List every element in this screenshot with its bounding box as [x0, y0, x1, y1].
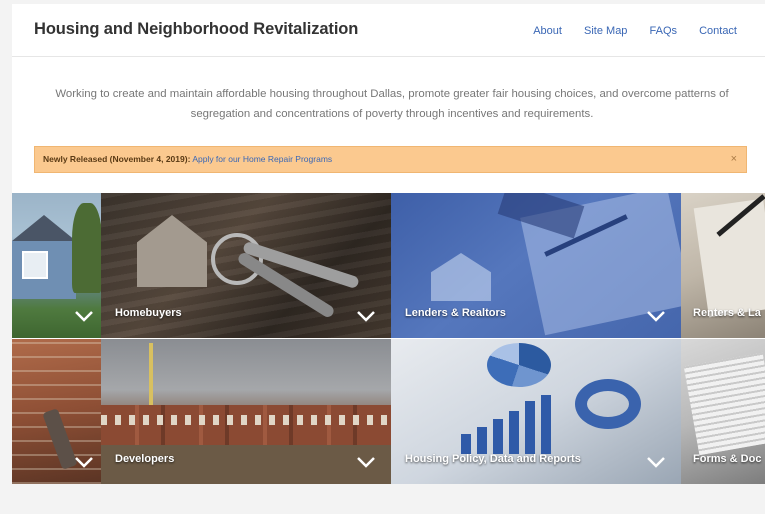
- crane: [149, 343, 153, 413]
- tile-forms[interactable]: Forms & Doc: [681, 339, 765, 484]
- site-header: Housing and Neighborhood Revitalization …: [12, 4, 765, 57]
- tile-housing-policy[interactable]: Housing Policy, Data and Reports: [391, 339, 681, 484]
- chevron-down-icon: [75, 311, 93, 322]
- tile-label-housing-policy: Housing Policy, Data and Reports: [405, 453, 581, 465]
- paper-stack: [683, 352, 765, 456]
- chevron-down-icon: [357, 457, 375, 468]
- tile-developers[interactable]: Developers: [101, 339, 391, 484]
- chevron-down-icon: [357, 311, 375, 322]
- top-nav: About Site Map FAQs Contact: [514, 25, 737, 37]
- bar-1: [461, 434, 471, 454]
- bar-5: [525, 401, 535, 454]
- close-icon[interactable]: ×: [731, 147, 737, 172]
- tile-renters[interactable]: Renters & La: [681, 193, 765, 338]
- tile-label-homebuyers: Homebuyers: [115, 307, 182, 319]
- chevron-down-icon: [647, 457, 665, 468]
- chevron-down-icon: [647, 311, 665, 322]
- tile-partial-tools[interactable]: [12, 339, 101, 484]
- chevron-down-icon: [75, 457, 93, 468]
- pie-chart-3d: [487, 343, 551, 387]
- nav-faqs[interactable]: FAQs: [650, 25, 678, 37]
- announcement-alert: Newly Released (November 4, 2019): Apply…: [34, 146, 747, 173]
- tile-label-forms: Forms & Doc: [693, 453, 762, 465]
- tile-label-developers: Developers: [115, 453, 175, 465]
- alert-prefix: Newly Released (November 4, 2019):: [43, 154, 191, 164]
- bar-3: [493, 419, 503, 454]
- bar-2: [477, 427, 487, 454]
- house-window: [22, 251, 48, 279]
- mission-statement: Working to create and maintain affordabl…: [55, 88, 729, 120]
- building-row: [101, 405, 391, 445]
- tree: [72, 203, 101, 293]
- tile-partial-house[interactable]: [12, 193, 101, 338]
- bar-6: [541, 395, 551, 454]
- nav-site-map[interactable]: Site Map: [584, 25, 627, 37]
- alert-link[interactable]: Apply for our Home Repair Programs: [192, 154, 332, 164]
- house-model: [431, 253, 491, 301]
- tile-lenders-realtors[interactable]: Lenders & Realtors: [391, 193, 681, 338]
- topic-grid: Homebuyers Lenders & Realtors Renters & …: [12, 193, 765, 484]
- lease-paper: [693, 198, 765, 318]
- house-roof: [12, 215, 76, 241]
- nav-contact[interactable]: Contact: [699, 25, 737, 37]
- building-windows: [101, 415, 391, 425]
- tile-homebuyers[interactable]: Homebuyers: [101, 193, 391, 338]
- bar-4: [509, 411, 519, 454]
- tile-label-renters: Renters & La: [693, 307, 761, 319]
- site-title[interactable]: Housing and Neighborhood Revitalization: [34, 20, 358, 39]
- ring-chart-3d: [575, 379, 641, 429]
- tile-label-lenders-realtors: Lenders & Realtors: [405, 307, 506, 319]
- nav-about[interactable]: About: [533, 25, 562, 37]
- page-card: Housing and Neighborhood Revitalization …: [12, 4, 765, 484]
